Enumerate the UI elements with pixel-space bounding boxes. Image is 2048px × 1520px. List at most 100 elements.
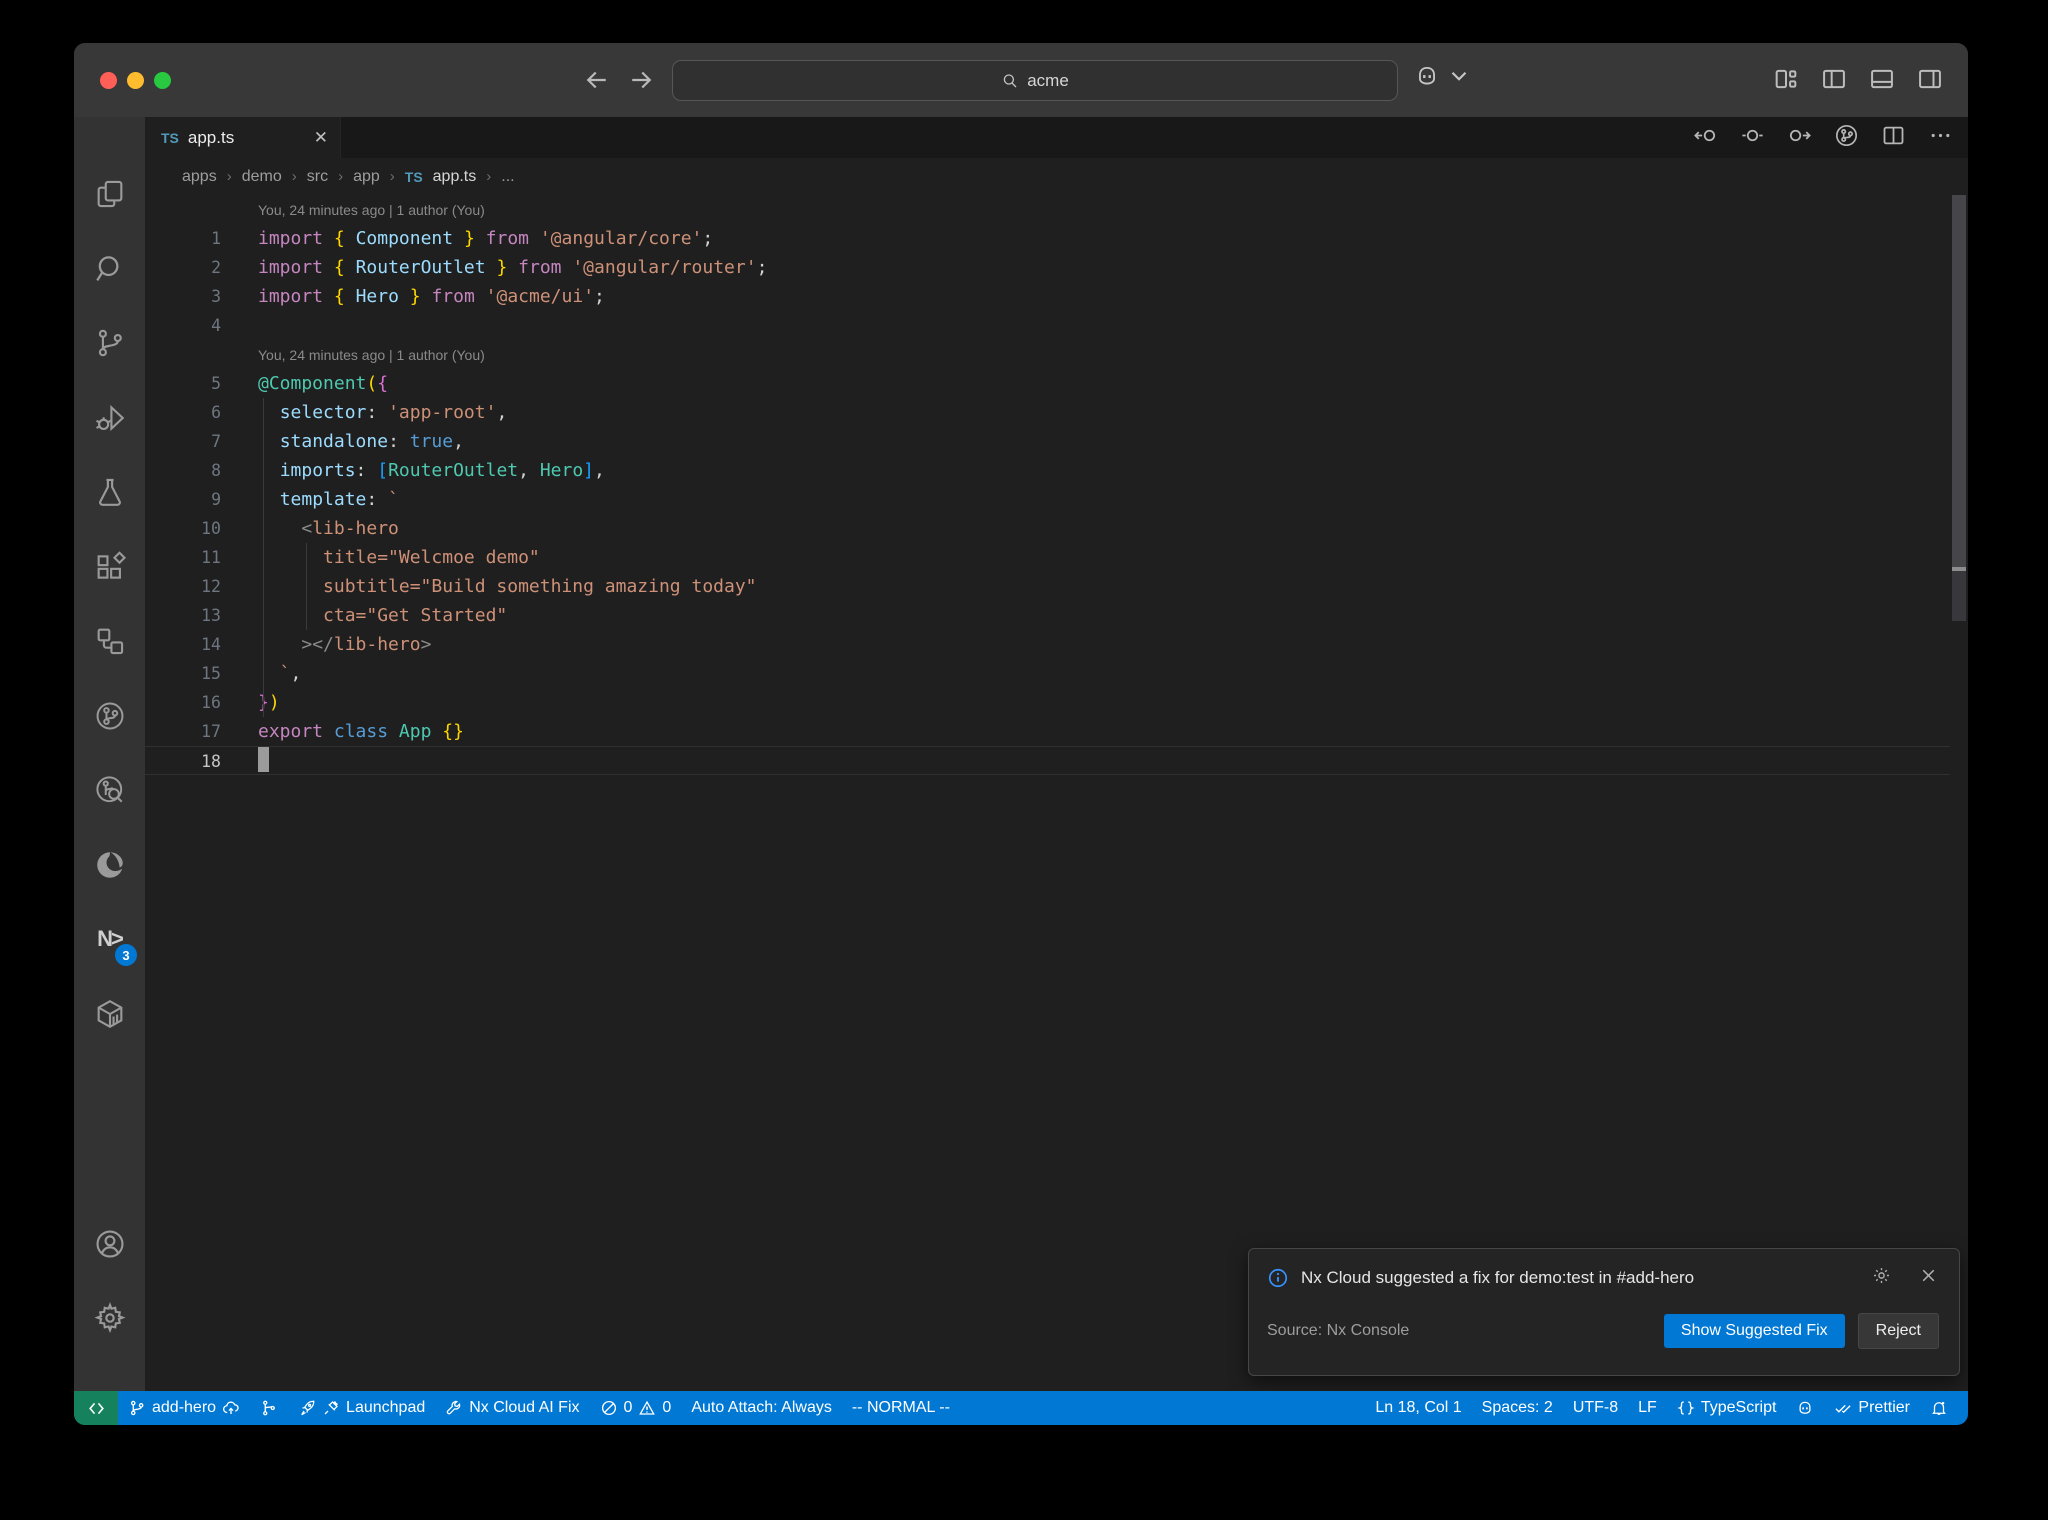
- breadcrumb: apps › demo › src › app › TS app.ts ›...: [145, 158, 1968, 195]
- customize-layout-icon[interactable]: [1772, 65, 1800, 98]
- code-line-3[interactable]: 3 import { Hero } from '@acme/ui';: [145, 282, 1950, 311]
- git-blame-annotation[interactable]: You, 24 minutes ago | 1 author (You): [145, 195, 1950, 224]
- breadcrumb-item-src[interactable]: src: [307, 168, 328, 186]
- code-area[interactable]: You, 24 minutes ago | 1 author (You) 1 imp…: [145, 195, 1950, 775]
- line-content: template: `: [279, 489, 399, 510]
- code-line-8[interactable]: 8 imports: [RouterOutlet, Hero],: [145, 456, 1950, 485]
- code-line-18[interactable]: 18: [145, 746, 1950, 775]
- status-encoding[interactable]: UTF-8: [1563, 1391, 1628, 1425]
- status-commit-graph[interactable]: [250, 1391, 288, 1425]
- activity-item-extensions[interactable]: [74, 538, 145, 596]
- activity-item-explorer[interactable]: [74, 165, 145, 223]
- remote-indicator[interactable]: [74, 1391, 118, 1425]
- code-line-7[interactable]: 7 standalone: true,: [145, 427, 1950, 456]
- breadcrumb-more[interactable]: ...: [501, 168, 514, 186]
- line-number: 12: [201, 577, 221, 596]
- breadcrumb-item-app[interactable]: app: [353, 168, 380, 186]
- status-eol[interactable]: LF: [1628, 1391, 1667, 1425]
- navigate-back-icon[interactable]: [582, 65, 612, 95]
- activity-item-nx-console[interactable]: N> 3: [74, 910, 145, 968]
- code-line-12[interactable]: 12 subtitle="Build something amazing tod…: [145, 572, 1950, 601]
- window-zoom-button[interactable]: [154, 72, 171, 89]
- status-language[interactable]: TypeScript: [1667, 1391, 1787, 1425]
- status-vim-mode[interactable]: -- NORMAL --: [842, 1391, 960, 1425]
- activity-item-settings[interactable]: [74, 1289, 145, 1347]
- activity-item-testing[interactable]: [74, 463, 145, 521]
- code-line-5[interactable]: 5 @Component({: [145, 369, 1950, 398]
- notification-settings-icon[interactable]: [1871, 1265, 1892, 1291]
- activity-item-gitlens-inspect[interactable]: [74, 761, 145, 819]
- commit-graph-icon[interactable]: [1833, 122, 1860, 154]
- code-line-10[interactable]: 10 <lib-hero: [145, 514, 1950, 543]
- activity-item-search[interactable]: [74, 240, 145, 298]
- activity-item-accounts[interactable]: [74, 1215, 145, 1273]
- activity-item-gitlens[interactable]: [74, 687, 145, 745]
- activity-item-source-control[interactable]: [74, 314, 145, 372]
- tab-app-ts[interactable]: TS app.ts ✕: [145, 117, 341, 158]
- code-line-2[interactable]: 2 import { RouterOutlet } from '@angular/…: [145, 253, 1950, 282]
- status-formatter[interactable]: Prettier: [1824, 1391, 1920, 1425]
- activity-item-references[interactable]: [74, 612, 145, 670]
- code-line-4[interactable]: 4: [145, 311, 1950, 340]
- window-minimize-button[interactable]: [127, 72, 144, 89]
- go-forward-reference-icon[interactable]: [1786, 122, 1813, 154]
- current-reference-icon[interactable]: [1739, 122, 1766, 154]
- breadcrumb-separator: ›: [389, 168, 395, 185]
- window-close-button[interactable]: [100, 72, 117, 89]
- status-label: Nx Cloud AI Fix: [469, 1399, 580, 1416]
- code-line-16[interactable]: 16}): [145, 688, 1950, 717]
- line-number: 9: [211, 490, 221, 509]
- scrollbar-thumb[interactable]: [1952, 195, 1966, 567]
- code-line-13[interactable]: 13 cta="Get Started": [145, 601, 1950, 630]
- line-content: cta="Get Started": [258, 605, 508, 626]
- code-line-15[interactable]: 15 `,: [145, 659, 1950, 688]
- code-line-14[interactable]: 14 ></lib-hero>: [145, 630, 1950, 659]
- status-indentation[interactable]: Spaces: 2: [1472, 1391, 1563, 1425]
- status-notifications-bell[interactable]: [1920, 1391, 1958, 1425]
- activity-item-edge-tools[interactable]: [74, 836, 145, 894]
- status-copilot-status[interactable]: [1786, 1391, 1824, 1425]
- status-auto-attach[interactable]: Auto Attach: Always: [681, 1391, 842, 1425]
- wrench-icon: [445, 1399, 463, 1417]
- titlebar: acme: [74, 43, 1968, 117]
- line-number: 16: [201, 693, 221, 712]
- reject-button[interactable]: Reject: [1857, 1313, 1939, 1349]
- status-cursor-position[interactable]: Ln 18, Col 1: [1365, 1391, 1471, 1425]
- activity-bar: N> 3: [74, 117, 145, 1391]
- breadcrumb-separator: ›: [338, 168, 344, 185]
- editor-scrollbar[interactable]: [1950, 195, 1968, 1391]
- toggle-secondary-sidebar-icon[interactable]: [1916, 65, 1944, 98]
- status-nx-cloud-ai-fix[interactable]: Nx Cloud AI Fix: [435, 1391, 589, 1425]
- code-line-17[interactable]: 17 export class App {}: [145, 717, 1950, 746]
- copilot-menu-button[interactable]: [1414, 63, 1472, 89]
- tab-close-icon[interactable]: ✕: [314, 128, 328, 148]
- split-editor-icon[interactable]: [1880, 122, 1907, 154]
- breadcrumb-item-demo[interactable]: demo: [242, 168, 282, 186]
- status-bar: add-hero Launchpad Nx Cloud AI Fix 0 0 Auto A…: [74, 1391, 1968, 1425]
- toggle-panel-icon[interactable]: [1868, 65, 1896, 98]
- activity-item-run-debug[interactable]: [74, 389, 145, 447]
- status-label: Launchpad: [346, 1399, 426, 1416]
- notification-close-icon[interactable]: [1918, 1265, 1939, 1291]
- toggle-primary-sidebar-icon[interactable]: [1820, 65, 1848, 98]
- code-line-6[interactable]: 6 selector: 'app-root',: [145, 398, 1950, 427]
- activity-item-containers[interactable]: [74, 985, 145, 1043]
- code-line-11[interactable]: 11 title="Welcmoe demo": [145, 543, 1950, 572]
- line-content: }): [258, 692, 280, 713]
- status-problems[interactable]: 00: [590, 1391, 682, 1425]
- typescript-file-icon: TS: [404, 168, 423, 185]
- command-center-search[interactable]: acme: [672, 60, 1398, 101]
- code-line-9[interactable]: 9 template: `: [145, 485, 1950, 514]
- status-launchpad[interactable]: Launchpad: [288, 1391, 435, 1425]
- go-back-reference-icon[interactable]: [1692, 122, 1719, 154]
- line-content: <lib-hero: [301, 518, 399, 539]
- git-blame-annotation[interactable]: You, 24 minutes ago | 1 author (You): [145, 340, 1950, 369]
- breadcrumb-item-apps[interactable]: apps: [182, 168, 217, 186]
- status-branch[interactable]: add-hero: [118, 1391, 250, 1425]
- code-line-1[interactable]: 1 import { Component } from '@angular/cor…: [145, 224, 1950, 253]
- navigate-forward-icon[interactable]: [626, 65, 656, 95]
- more-actions-icon[interactable]: [1927, 122, 1954, 154]
- notification-source: Source: Nx Console: [1267, 1322, 1410, 1339]
- breadcrumb-item-file[interactable]: app.ts: [433, 168, 477, 186]
- show-suggested-fix-button[interactable]: Show Suggested Fix: [1663, 1314, 1845, 1348]
